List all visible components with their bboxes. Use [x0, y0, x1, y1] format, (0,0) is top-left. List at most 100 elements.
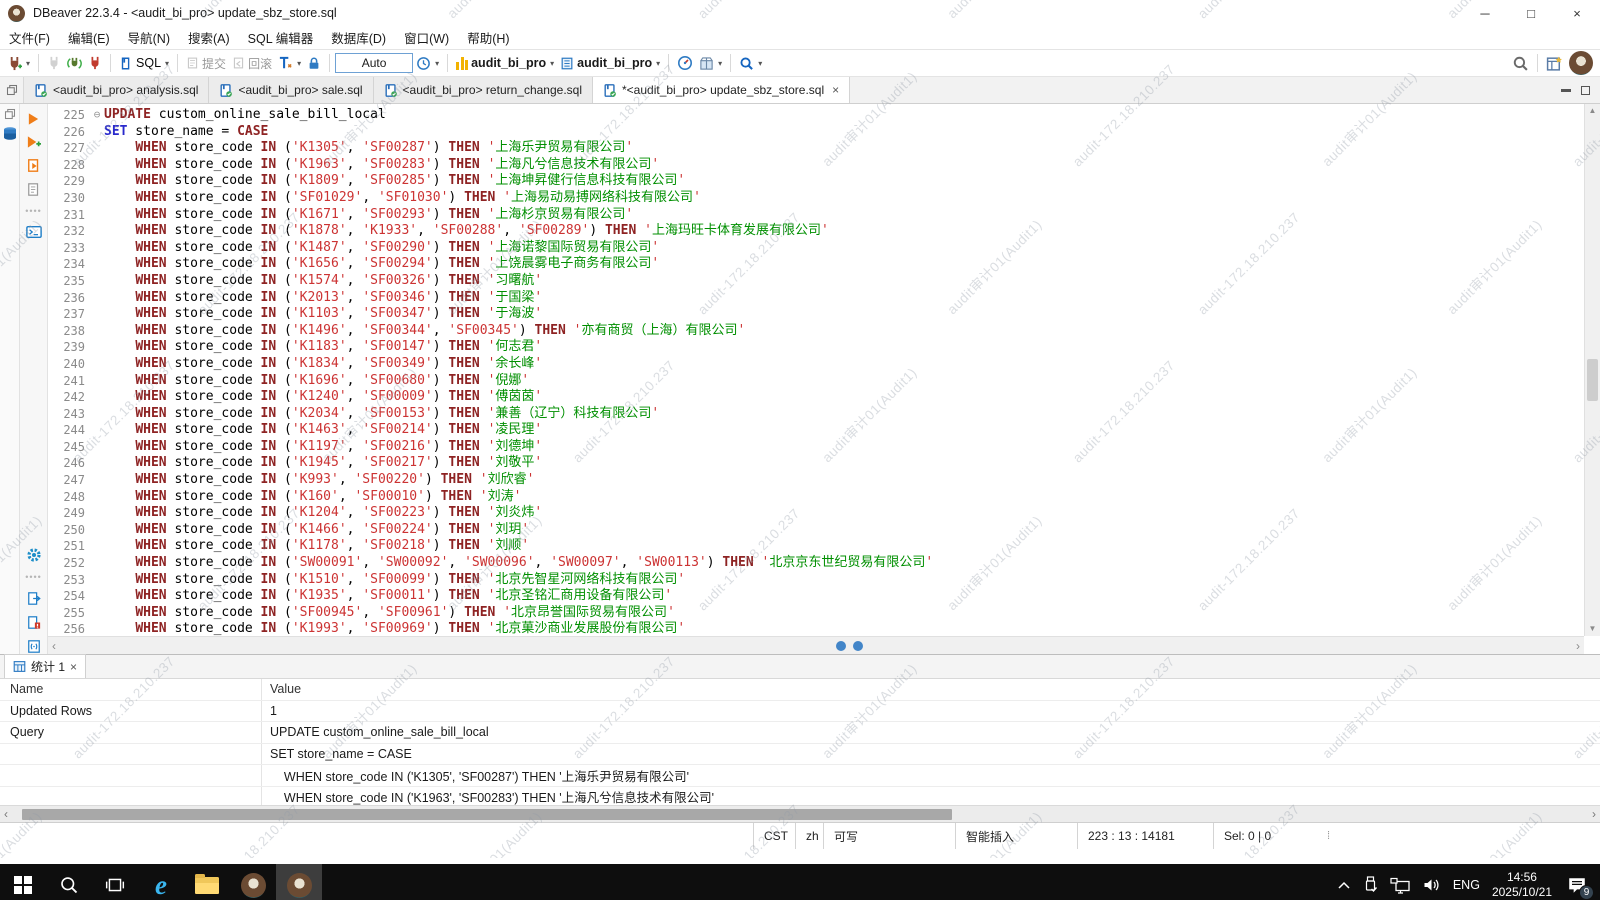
- transaction-log-button[interactable]: ▾: [275, 54, 304, 73]
- console-icon[interactable]: [26, 225, 42, 239]
- maximize-view-icon[interactable]: [1581, 86, 1590, 95]
- action-center-button[interactable]: 9: [1564, 872, 1590, 898]
- vertical-scrollbar[interactable]: ▲ ▼: [1584, 104, 1600, 636]
- file-explorer-button[interactable]: [184, 864, 230, 900]
- scroll-left-arrow[interactable]: ‹: [52, 639, 56, 653]
- disconnect-button[interactable]: [44, 54, 64, 72]
- statistics-tab[interactable]: 统计 1 ×: [4, 654, 86, 678]
- table-row[interactable]: NameValue: [0, 679, 1600, 701]
- sql-file-icon: [34, 83, 48, 98]
- network-icon[interactable]: [1390, 877, 1410, 894]
- database-navigator-icon[interactable]: [2, 126, 18, 142]
- transaction-time-button[interactable]: ▾: [413, 54, 442, 73]
- sash-dot[interactable]: [836, 641, 846, 651]
- code-token: ': [651, 256, 659, 273]
- quick-search-button[interactable]: ▾: [736, 54, 765, 73]
- usb-device-icon[interactable]: [1363, 876, 1378, 894]
- results-horizontal-scrollbar[interactable]: ‹ ›: [0, 805, 1600, 822]
- sash-dot[interactable]: [853, 641, 863, 651]
- sql-editor-button[interactable]: SQL ▾: [116, 54, 172, 73]
- tray-chevron-up-icon[interactable]: [1337, 880, 1351, 890]
- new-connection-button[interactable]: ▾: [4, 54, 33, 73]
- code-token: store_code: [167, 323, 261, 340]
- schema-selector[interactable]: audit_bi_pro ▾: [557, 54, 663, 73]
- fold-marker[interactable]: ⊖: [90, 107, 104, 124]
- taskbar-search-button[interactable]: [46, 864, 92, 900]
- editor-tab[interactable]: <audit_bi_pro> sale.sql: [209, 77, 373, 103]
- scroll-down-arrow[interactable]: ▼: [1585, 622, 1600, 636]
- scroll-up-arrow[interactable]: ▲: [1585, 104, 1600, 118]
- statusbar-cell[interactable]: 223 : 13 : 14181: [1077, 823, 1213, 849]
- menu-item[interactable]: 搜索(A): [179, 26, 239, 49]
- execute-new-tab-icon[interactable]: [26, 135, 41, 149]
- disconnect-all-button[interactable]: [85, 54, 105, 72]
- connection-selector[interactable]: audit_bi_pro ▾: [453, 54, 557, 72]
- system-tray: ENG 14:56 2025/10/21 9: [1337, 864, 1600, 900]
- code-token: [480, 207, 488, 224]
- menu-item[interactable]: 编辑(E): [59, 26, 119, 49]
- panel-sash-buttons[interactable]: [836, 641, 863, 651]
- execute-statement-icon[interactable]: [27, 112, 40, 126]
- close-button[interactable]: ×: [1554, 0, 1600, 26]
- commit-mode-combo[interactable]: Auto: [335, 53, 413, 73]
- script-brackets-icon[interactable]: [27, 639, 41, 654]
- menu-item[interactable]: 数据库(D): [322, 26, 395, 49]
- rollback-button[interactable]: 回滚: [229, 53, 275, 74]
- minimize-button[interactable]: ─: [1462, 0, 1508, 26]
- table-row[interactable]: QueryUPDATE custom_online_sale_bill_loca…: [0, 722, 1600, 744]
- code-token: (: [276, 207, 292, 224]
- save-file-warning-icon[interactable]: [27, 615, 41, 630]
- dbeaver-perspective-button[interactable]: [1566, 49, 1596, 77]
- menu-item[interactable]: 导航(N): [119, 26, 179, 49]
- export-result-icon[interactable]: [27, 591, 41, 606]
- search-button[interactable]: [1509, 53, 1532, 74]
- data-transfer-button[interactable]: ▾: [696, 54, 725, 73]
- menu-item[interactable]: SQL 编辑器: [239, 26, 323, 49]
- taskbar-clock[interactable]: 14:56 2025/10/21: [1492, 870, 1552, 900]
- menu-item[interactable]: 帮助(H): [458, 26, 518, 49]
- explain-plan-icon[interactable]: [27, 182, 41, 197]
- lock-button[interactable]: [304, 54, 324, 73]
- tab-list-button[interactable]: [0, 77, 24, 103]
- statusbar-cell[interactable]: 可写: [823, 823, 955, 849]
- task-view-button[interactable]: [92, 864, 138, 900]
- close-tab-icon[interactable]: ×: [70, 660, 77, 674]
- editor-tab[interactable]: *<audit_bi_pro> update_sbz_store.sql×: [593, 77, 850, 103]
- table-row[interactable]: Updated Rows1: [0, 701, 1600, 723]
- close-tab-icon[interactable]: ×: [832, 83, 839, 97]
- menu-item[interactable]: 窗口(W): [395, 26, 458, 49]
- dbeaver-taskbar-button[interactable]: [230, 864, 276, 900]
- execute-script-icon[interactable]: [27, 158, 41, 173]
- results-scroll-thumb[interactable]: [22, 809, 952, 820]
- settings-gear-icon[interactable]: [26, 547, 42, 563]
- sql-editor[interactable]: 225⊖UPDATE custom_online_sale_bill_local…: [48, 104, 1600, 654]
- menu-item[interactable]: 文件(F): [0, 26, 59, 49]
- scroll-right-arrow[interactable]: ›: [1576, 639, 1580, 653]
- scroll-right-arrow[interactable]: ›: [1588, 807, 1600, 821]
- statusbar-cell[interactable]: zh: [795, 823, 823, 849]
- statusbar-cell[interactable]: CST: [753, 823, 795, 849]
- internet-explorer-button[interactable]: e: [138, 864, 184, 900]
- commit-button[interactable]: 提交: [183, 53, 229, 74]
- dashboard-button[interactable]: [674, 53, 696, 73]
- vertical-scroll-thumb[interactable]: [1587, 359, 1598, 401]
- dbeaver-taskbar-button-active[interactable]: [276, 864, 322, 900]
- reconnect-button[interactable]: [64, 54, 85, 73]
- code-view[interactable]: 225⊖UPDATE custom_online_sale_bill_local…: [48, 104, 1584, 636]
- start-button[interactable]: [0, 864, 46, 900]
- editor-tab[interactable]: <audit_bi_pro> analysis.sql: [24, 77, 209, 103]
- table-row[interactable]: SET store_name = CASE: [0, 744, 1600, 766]
- horizontal-scrollbar[interactable]: ‹ ›: [48, 636, 1584, 654]
- speaker-icon[interactable]: [1422, 877, 1441, 893]
- scroll-left-arrow[interactable]: ‹: [0, 807, 12, 821]
- maximize-button[interactable]: □: [1508, 0, 1554, 26]
- minimize-view-icon[interactable]: [1561, 89, 1571, 92]
- statusbar-cell[interactable]: 智能插入: [955, 823, 1077, 849]
- statusbar-cell[interactable]: Sel: 0 | 0: [1213, 823, 1319, 849]
- restore-panel-icon[interactable]: [4, 108, 16, 120]
- input-language[interactable]: ENG: [1453, 878, 1480, 892]
- code-token: store_code: [167, 389, 261, 406]
- table-row[interactable]: WHEN store_code IN ('K1305', 'SF00287') …: [0, 765, 1600, 787]
- editor-tab[interactable]: <audit_bi_pro> return_change.sql: [374, 77, 593, 103]
- open-perspective-button[interactable]: [1543, 53, 1566, 74]
